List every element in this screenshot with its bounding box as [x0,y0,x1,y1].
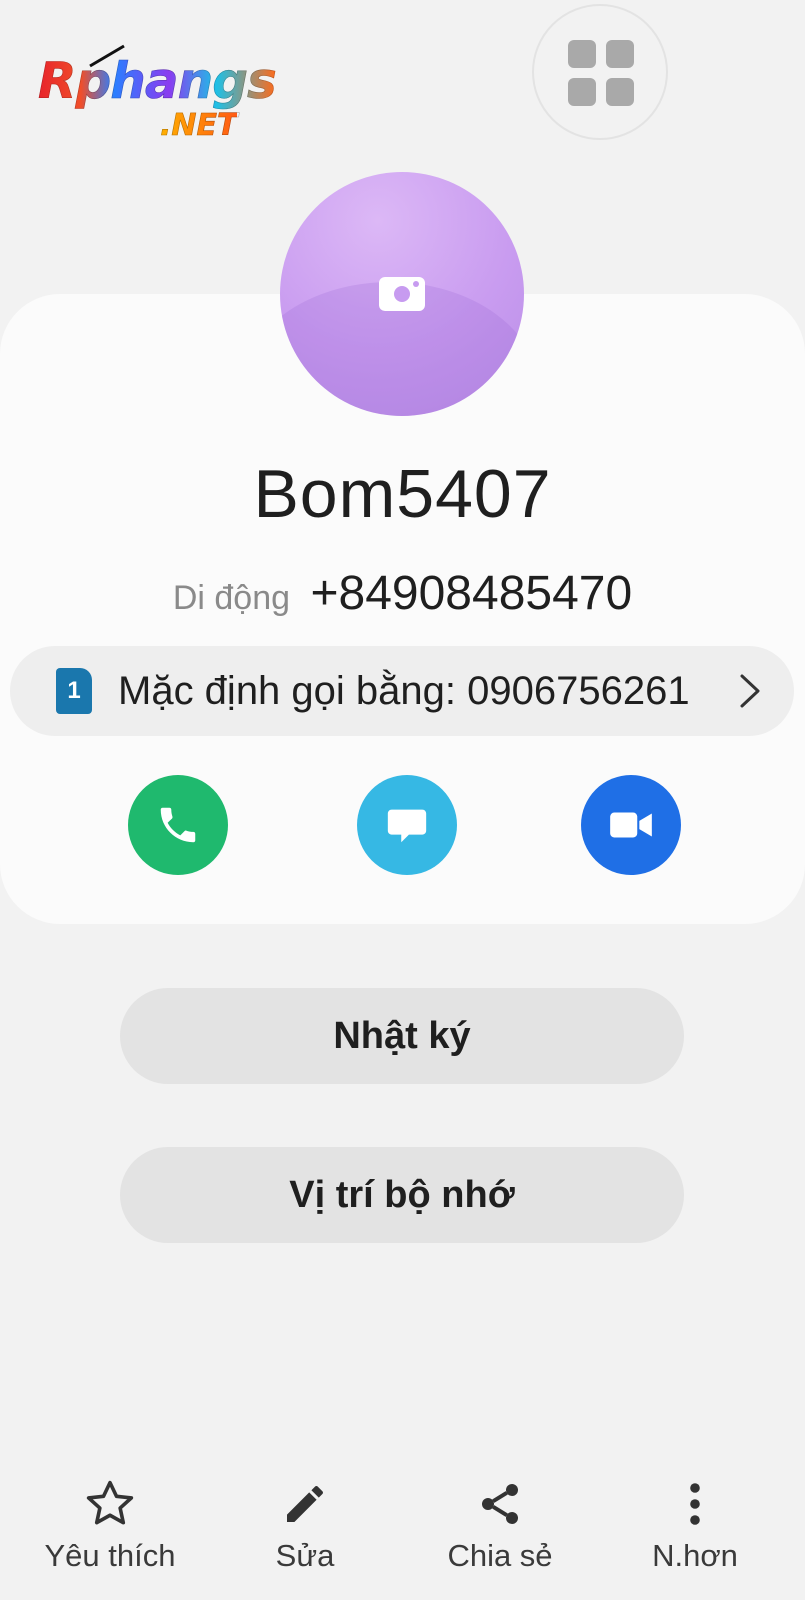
pencil-icon [287,1486,323,1522]
message-icon [387,809,427,843]
logo-sub-text: .NET [160,108,238,144]
share-label: Chia sẻ [447,1538,553,1573]
more-button[interactable]: N.hơn [605,1476,785,1574]
default-call-sim-selector[interactable]: 1 Mặc định gọi bằng: 0906756261 [10,646,794,736]
more-label: N.hơn [652,1538,738,1573]
video-camera-icon [610,812,652,838]
share-icon [482,1484,518,1524]
chevron-right-icon [740,674,760,708]
call-button[interactable] [128,775,228,875]
storage-location-button[interactable]: Vị trí bộ nhớ [120,1147,684,1243]
apps-grid-button[interactable] [532,4,668,140]
contact-avatar[interactable] [280,172,524,416]
logo-main-text: Rphangs [38,52,277,111]
phone-row[interactable]: Di động +84908485470 [0,566,805,621]
edit-label: Sửa [275,1538,335,1573]
video-call-button[interactable] [581,775,681,875]
contact-name: Bom5407 [253,456,552,532]
more-vertical-icon [690,1483,700,1525]
favorite-label: Yêu thích [44,1538,176,1573]
phone-number[interactable]: +84908485470 [310,567,632,620]
star-icon [86,1480,134,1525]
phone-type-label: Di động [172,579,291,617]
default-call-text: Mặc định gọi bằng: 0906756261 [118,669,690,713]
phone-icon [160,807,196,843]
sim-card-icon: 1 [56,668,92,714]
history-button[interactable]: Nhật ký [120,988,684,1084]
message-button[interactable] [357,775,457,875]
favorite-button[interactable]: Yêu thích [20,1476,200,1574]
share-button[interactable]: Chia sẻ [410,1476,590,1574]
edit-button[interactable]: Sửa [215,1476,395,1574]
camera-icon [379,277,425,311]
watermark-logo: Rphangs .NET [38,44,288,148]
